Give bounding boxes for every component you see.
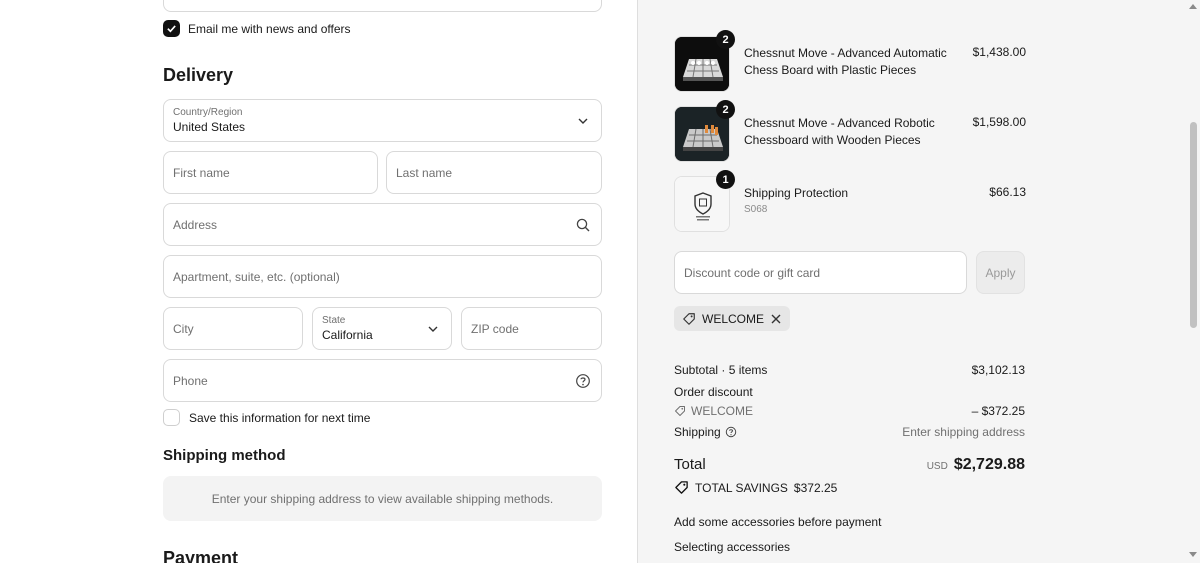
newsletter-checkbox-row[interactable]: Email me with news and offers xyxy=(163,20,351,37)
quantity-badge: 1 xyxy=(716,170,735,189)
country-select[interactable]: Country/Region United States xyxy=(163,99,602,142)
newsletter-label: Email me with news and offers xyxy=(188,21,351,36)
total-savings: TOTAL SAVINGS $372.25 xyxy=(674,480,837,495)
discount-placeholder: Discount code or gift card xyxy=(684,265,821,280)
apply-button[interactable]: Apply xyxy=(976,251,1025,294)
first-name-input[interactable]: First name xyxy=(163,151,378,194)
tag-icon xyxy=(675,481,688,494)
total-value: $2,729.88 xyxy=(953,456,1025,473)
total-value-group: USD $2,729.88 xyxy=(927,456,1025,474)
country-label: Country/Region xyxy=(173,107,243,118)
item-subtitle: S068 xyxy=(744,204,768,215)
zip-placeholder: ZIP code xyxy=(471,321,519,336)
country-value: United States xyxy=(173,120,246,134)
order-discount-row: Order discount xyxy=(674,385,1025,399)
order-discount-value: – $372.25 xyxy=(971,404,1025,418)
last-name-placeholder: Last name xyxy=(396,165,453,180)
help-circle-icon[interactable] xyxy=(575,373,591,389)
line-item: 1 Shipping Protection S068 $66.13 xyxy=(674,170,1026,234)
item-price: $66.13 xyxy=(989,185,1026,199)
scrollbar-thumb[interactable] xyxy=(1190,122,1197,328)
shipping-method-message: Enter your shipping address to view avai… xyxy=(163,476,602,521)
first-name-placeholder: First name xyxy=(173,165,230,180)
shipping-label: Shipping xyxy=(674,425,721,439)
quantity-badge: 2 xyxy=(716,30,735,49)
close-icon[interactable] xyxy=(770,313,782,325)
applied-discount-code: WELCOME xyxy=(702,311,765,326)
item-price: $1,598.00 xyxy=(972,115,1026,129)
line-item: 2 Chessnut Move - Advanced Automatic Che… xyxy=(674,30,1026,94)
item-name: Chessnut Move - Advanced Automatic Chess… xyxy=(744,46,947,77)
order-discount-code-text: WELCOME xyxy=(691,404,754,418)
chevron-down-icon xyxy=(578,118,588,124)
order-discount-label: Order discount xyxy=(674,385,753,399)
last-name-input[interactable]: Last name xyxy=(386,151,602,194)
address-placeholder: Address xyxy=(173,217,218,232)
state-label: State xyxy=(322,315,346,326)
order-summary-panel: 2 Chessnut Move - Advanced Automatic Che… xyxy=(637,0,1200,563)
email-field[interactable] xyxy=(163,0,602,12)
accessories-label: Add some accessories before payment xyxy=(674,515,882,529)
shipping-row: Shipping Enter shipping address xyxy=(674,425,1025,439)
shipping-method-text: Enter your shipping address to view avai… xyxy=(211,491,554,506)
scroll-down-arrow-icon[interactable] xyxy=(1189,552,1197,557)
item-name: Chessnut Move - Advanced Robotic Chessbo… xyxy=(744,116,935,147)
apartment-input[interactable]: Apartment, suite, etc. (optional) xyxy=(163,255,602,298)
city-placeholder: City xyxy=(173,321,194,336)
shipping-label-group: Shipping xyxy=(674,425,737,439)
quantity-badge: 2 xyxy=(716,100,735,119)
save-info-row[interactable]: Save this information for next time xyxy=(163,409,370,426)
total-currency: USD xyxy=(926,461,948,472)
item-price: $1,438.00 xyxy=(972,45,1026,59)
tag-icon xyxy=(675,406,685,416)
item-name: Shipping Protection xyxy=(744,186,849,200)
checkout-form-panel: Email me with news and offers Delivery C… xyxy=(0,0,637,563)
savings-label: TOTAL SAVINGS xyxy=(695,480,788,495)
address-input[interactable]: Address xyxy=(163,203,602,246)
discount-code-input[interactable]: Discount code or gift card xyxy=(674,251,967,294)
delivery-heading: Delivery xyxy=(163,65,234,85)
payment-heading: Payment xyxy=(163,548,239,563)
newsletter-checkbox[interactable] xyxy=(163,20,180,37)
save-info-label: Save this information for next time xyxy=(189,410,371,425)
city-input[interactable]: City xyxy=(163,307,303,350)
line-item: 2 Chessnut Move - Advanced Robotic Chess… xyxy=(674,100,1026,164)
total-label: Total xyxy=(674,456,706,473)
selecting-accessories-label: Selecting accessories xyxy=(674,540,791,554)
state-value: California xyxy=(322,328,373,342)
order-discount-code-row: WELCOME – $372.25 xyxy=(674,404,1025,418)
scroll-up-arrow-icon[interactable] xyxy=(1189,4,1197,9)
order-discount-code: WELCOME xyxy=(674,404,753,418)
phone-placeholder: Phone xyxy=(173,373,208,388)
help-circle-icon[interactable] xyxy=(725,426,737,438)
save-info-checkbox[interactable] xyxy=(163,409,180,426)
apartment-placeholder: Apartment, suite, etc. (optional) xyxy=(173,269,340,284)
shipping-method-heading: Shipping method xyxy=(163,447,286,464)
total-row: Total USD $2,729.88 xyxy=(674,456,1025,474)
tag-icon xyxy=(683,312,695,325)
subtotal-label: Subtotal · 5 items xyxy=(674,363,768,377)
applied-discount-tag: WELCOME xyxy=(674,306,791,331)
subtotal-value: $3,102.13 xyxy=(971,363,1025,377)
state-select[interactable]: State California xyxy=(312,307,452,350)
search-icon[interactable] xyxy=(575,217,591,233)
savings-value: $372.25 xyxy=(793,480,838,495)
zip-input[interactable]: ZIP code xyxy=(461,307,602,350)
subtotal-row: Subtotal · 5 items $3,102.13 xyxy=(674,363,1025,377)
phone-input[interactable]: Phone xyxy=(163,359,602,402)
scrollbar[interactable] xyxy=(1188,0,1198,563)
shipping-value: Enter shipping address xyxy=(902,425,1025,439)
chevron-down-icon xyxy=(428,326,438,332)
checkmark-icon xyxy=(167,25,176,33)
